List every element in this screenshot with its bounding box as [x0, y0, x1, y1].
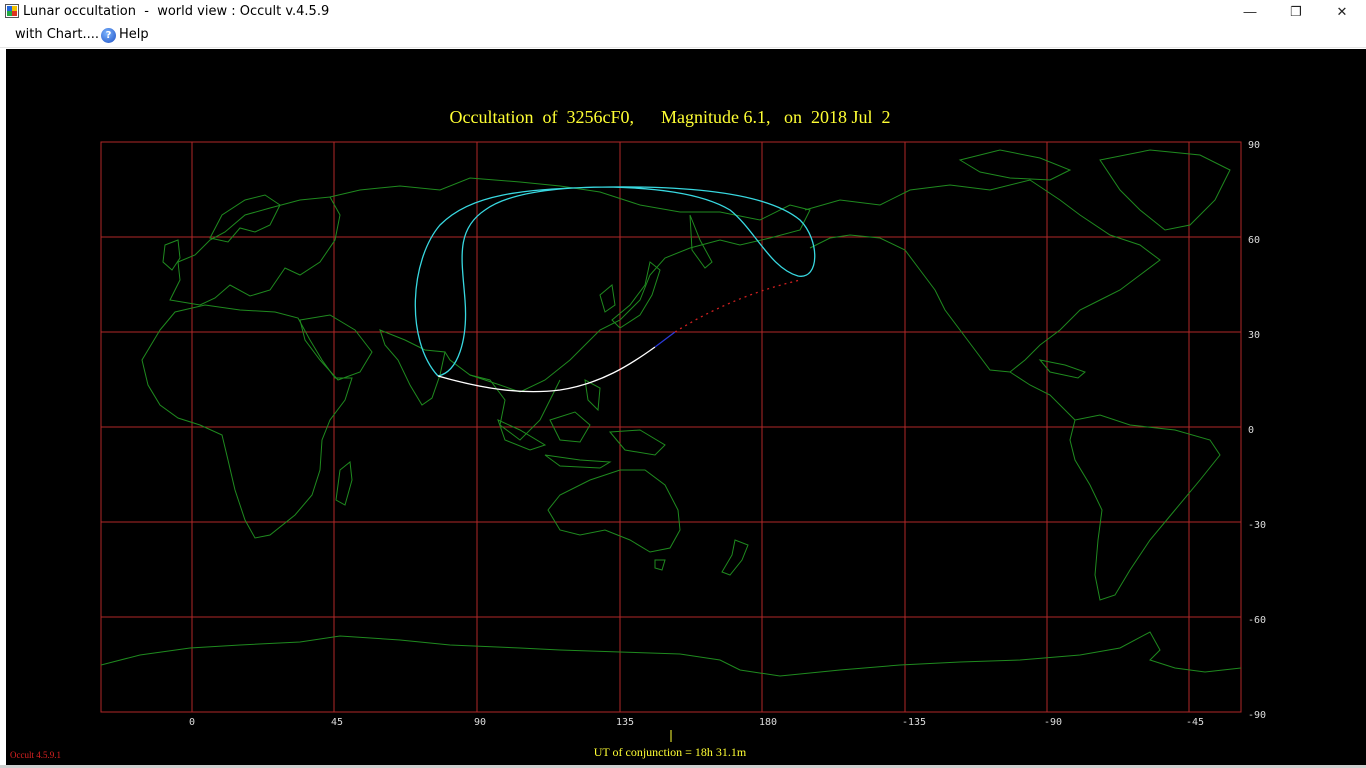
coast-kamchatka — [689, 214, 713, 269]
lon-label-90: 90 — [473, 717, 487, 728]
lat-label-90: 90 — [1248, 140, 1261, 151]
lon-label-minus45: -45 — [1185, 717, 1205, 728]
conjunction-time-label: UT of conjunction = 18h 31.1m — [593, 745, 747, 759]
coast-arabia — [299, 314, 373, 381]
coast-canada-arctic — [958, 149, 1072, 181]
lon-label-180: 180 — [758, 717, 778, 728]
central-line — [437, 279, 801, 393]
coast-tasmania — [654, 559, 666, 571]
lon-label-minus135: -135 — [901, 717, 927, 728]
central-line-day — [437, 346, 656, 393]
lon-label-45: 45 — [330, 717, 344, 728]
coast-new-guinea — [608, 429, 666, 456]
central-line-below-horizon — [674, 279, 801, 333]
lat-label-minus90: -90 — [1248, 710, 1267, 721]
lat-label-minus60: -60 — [1248, 615, 1267, 626]
coast-africa — [141, 304, 353, 539]
coastlines — [101, 149, 1241, 677]
coast-australia — [547, 469, 681, 553]
version-label: Occult 4.5.9.1 — [10, 750, 61, 760]
coast-central-america — [1009, 371, 1076, 421]
coast-indochina — [469, 374, 561, 441]
lat-label-minus30: -30 — [1248, 520, 1267, 531]
coast-philippines — [584, 379, 601, 412]
northern-limit-curve — [414, 186, 816, 377]
coast-north-america — [804, 179, 1161, 373]
coast-indonesia-1 — [497, 419, 547, 451]
central-line-twilight — [654, 331, 676, 348]
coast-new-zealand — [721, 539, 749, 576]
lon-label-minus90: -90 — [1043, 717, 1063, 728]
lat-label-60: 60 — [1248, 235, 1261, 246]
lon-label-135: 135 — [615, 717, 635, 728]
grid — [100, 141, 1242, 713]
coast-greenland — [1099, 149, 1231, 231]
coast-indonesia-2 — [544, 454, 612, 469]
coast-south-america — [1069, 414, 1221, 601]
coast-india — [379, 329, 446, 406]
coast-asia-north — [329, 177, 811, 393]
limit-curves — [414, 186, 816, 377]
lat-label-30: 30 — [1248, 330, 1261, 341]
coast-antarctica — [101, 631, 1241, 677]
lat-label-0: 0 — [1248, 425, 1255, 436]
coast-korea — [599, 284, 616, 313]
map-title: Occultation of 3256cF0, Magnitude 6.1, o… — [449, 107, 891, 127]
coast-madagascar — [335, 461, 353, 506]
coast-europe — [169, 196, 341, 306]
coast-britain — [162, 239, 181, 271]
lon-label-0: 0 — [188, 717, 196, 728]
